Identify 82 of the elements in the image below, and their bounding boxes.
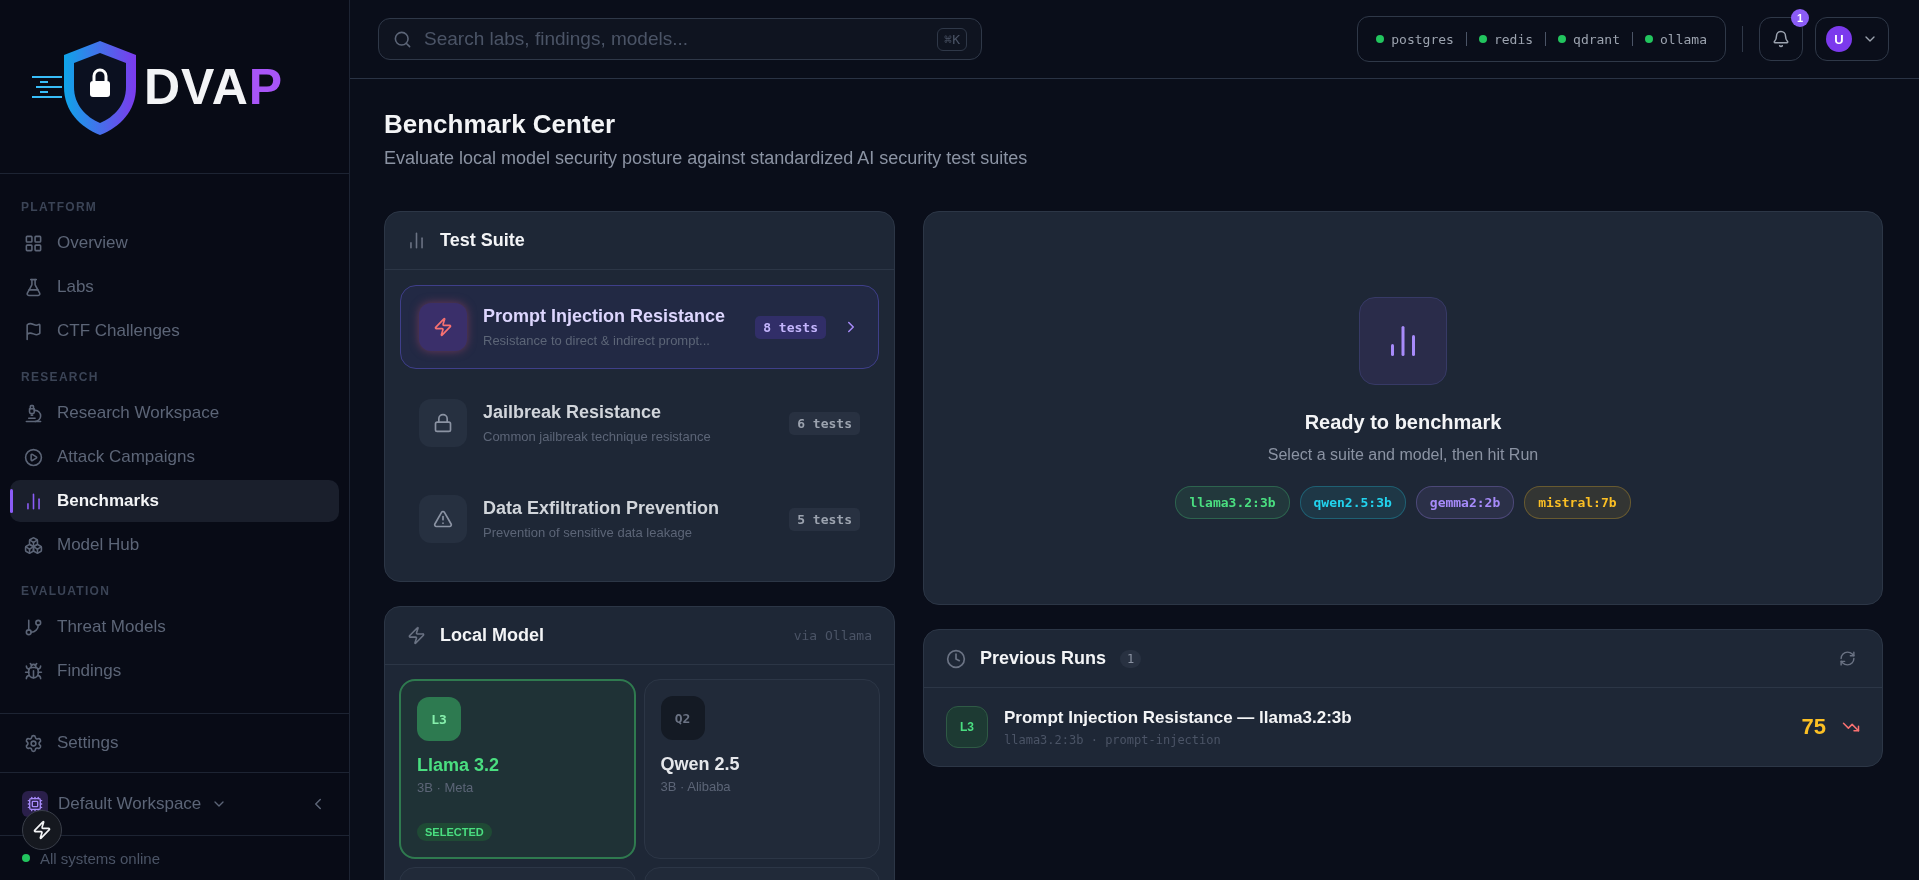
nav-item[interactable]: Attack Campaigns xyxy=(10,436,339,478)
notification-count: 1 xyxy=(1791,9,1809,27)
lightning-icon xyxy=(407,626,426,645)
search-icon xyxy=(393,29,412,49)
nav-item[interactable]: Overview xyxy=(10,222,339,264)
clock-icon xyxy=(946,648,966,669)
test-count: 6 tests xyxy=(789,411,860,435)
user-menu-button[interactable]: U xyxy=(1815,17,1889,61)
service-name: postgres xyxy=(1391,31,1454,47)
model-name: Llama 3.2 xyxy=(417,755,500,776)
lightning-icon xyxy=(419,303,467,351)
section-title: PLATFORM xyxy=(20,199,99,216)
test-count: 5 tests xyxy=(789,507,860,531)
search-input[interactable]: Search labs, findings, models... xyxy=(422,27,928,51)
model-badge: L3 xyxy=(417,697,461,741)
suite-description: Resistance to direct & indirect prompt... xyxy=(483,333,711,348)
model-meta: 3B · Meta xyxy=(417,780,474,795)
avatar: U xyxy=(1826,26,1852,52)
boxes-icon xyxy=(24,535,43,555)
nav-item[interactable]: Model Hub xyxy=(10,524,339,566)
bug-icon xyxy=(24,661,43,681)
service-name: redis xyxy=(1493,31,1534,47)
play-icon xyxy=(24,447,43,467)
ready-subtitle: Select a suite and model, then hit Run xyxy=(1267,446,1539,464)
run-title: Prompt Injection Resistance — llama3.2:3b xyxy=(1004,707,1353,728)
service-name: ollama xyxy=(1660,31,1707,47)
suite-name: Prompt Injection Resistance xyxy=(483,306,727,327)
section-title: EVALUATION xyxy=(20,583,112,600)
flag-icon xyxy=(24,321,43,341)
card-title: Test Suite xyxy=(440,230,525,251)
warning-icon xyxy=(419,495,467,543)
status-text: All systems online xyxy=(40,849,161,867)
model-badge: L3 xyxy=(946,706,988,748)
card-title: Previous Runs xyxy=(980,648,1107,669)
lightning-icon xyxy=(32,820,52,840)
settings-icon xyxy=(24,733,43,753)
microscope-icon xyxy=(24,403,43,423)
model-card[interactable]: L3 Llama 3.2 3B · Meta SELECTED xyxy=(399,679,636,859)
nav-item[interactable]: Labs xyxy=(10,266,339,308)
suite-name: Data Exfiltration Prevention xyxy=(483,498,721,519)
suite-item[interactable]: Jailbreak Resistance Common jailbreak technique resistance 6 tests xyxy=(400,381,879,465)
model-badge: Q2 xyxy=(660,696,705,740)
bar-chart-icon xyxy=(1359,297,1447,385)
nav-item[interactable]: Findings xyxy=(10,650,339,692)
ready-title: Ready to benchmark xyxy=(1304,411,1502,434)
run-count: 1 xyxy=(1120,649,1142,668)
bar-chart-icon xyxy=(24,491,43,511)
selected-tag: SELECTED xyxy=(417,823,492,841)
page-subtitle: Evaluate local model security posture against standardized AI security test suites xyxy=(384,148,1029,169)
model-meta: 3B · Alibaba xyxy=(660,779,731,794)
lock-icon xyxy=(419,399,467,447)
suite-description: Common jailbreak technique resistance xyxy=(483,429,712,444)
page-title: Benchmark Center xyxy=(384,109,617,140)
model-chip[interactable]: llama3.2:3b xyxy=(1175,486,1290,519)
suite-name: Jailbreak Resistance xyxy=(483,402,663,423)
grid-icon xyxy=(24,233,43,253)
nav-item[interactable]: Research Workspace xyxy=(10,392,339,434)
quick-action-button[interactable] xyxy=(22,810,62,850)
branch-icon xyxy=(24,617,43,637)
model-chip[interactable]: mistral:7b xyxy=(1524,486,1631,519)
run-score: 75 xyxy=(1801,714,1826,740)
model-chip[interactable]: gemma2:2b xyxy=(1415,486,1515,519)
flask-icon xyxy=(24,277,43,297)
bell-icon xyxy=(1772,30,1790,48)
suite-item[interactable]: Prompt Injection Resistance Resistance to direct & indirect prompt... 8 tests xyxy=(400,285,879,369)
search-bar[interactable]: Search labs, findings, models... ⌘K xyxy=(378,18,982,60)
logo-wordmark: DVAP xyxy=(144,57,284,116)
section-title: RESEARCH xyxy=(20,369,100,386)
model-chip[interactable]: qwen2.5:3b xyxy=(1299,486,1406,519)
suite-item[interactable]: Data Exfiltration Prevention Prevention of sensitive data leakage 5 tests xyxy=(400,477,879,561)
test-count: 8 tests xyxy=(755,315,826,339)
suite-description: Prevention of sensitive data leakage xyxy=(483,525,693,540)
model-name: Qwen 2.5 xyxy=(660,754,740,775)
nav-item[interactable]: CTF Challenges xyxy=(10,310,339,352)
service-name: qdrant xyxy=(1573,31,1621,47)
settings-item[interactable]: Settings xyxy=(0,714,349,772)
model-card[interactable]: Q2 Qwen 2.5 3B · Alibaba xyxy=(643,679,880,859)
nav-item[interactable]: Benchmarks xyxy=(10,480,339,522)
card-title: Local Model xyxy=(440,625,544,646)
nav-item[interactable]: Threat Models xyxy=(10,606,339,648)
shortcut-hint: ⌘K xyxy=(937,27,967,51)
bar-chart-icon xyxy=(407,231,426,250)
